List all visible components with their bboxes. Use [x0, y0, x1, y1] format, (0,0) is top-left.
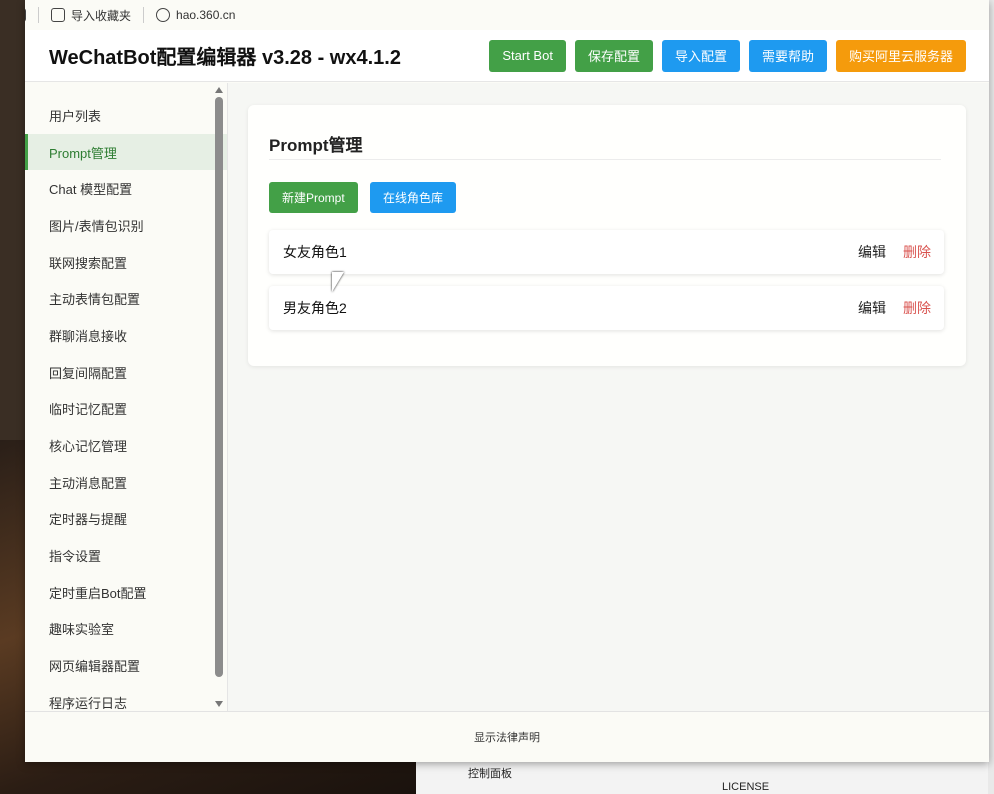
- delete-button[interactable]: 删除: [903, 242, 931, 262]
- sidebar-item-web-search[interactable]: 联网搜索配置: [25, 244, 227, 281]
- page-title: WeChatBot配置编辑器 v3.28 - wx4.1.2: [49, 47, 401, 69]
- save-config-button[interactable]: 保存配置: [574, 39, 653, 72]
- sidebar-item-image-recognition[interactable]: 图片/表情包识别: [25, 207, 227, 244]
- sidebar-item-proactive-message[interactable]: 主动消息配置: [25, 464, 227, 501]
- edit-button[interactable]: 编辑: [858, 298, 886, 318]
- help-button[interactable]: 需要帮助: [748, 39, 827, 72]
- header-actions: Start Bot 保存配置 导入配置 需要帮助 购买阿里云服务器: [489, 39, 966, 72]
- import-config-button[interactable]: 导入配置: [661, 39, 740, 72]
- import-bookmarks-label: 导入收藏夹: [71, 8, 132, 23]
- title-divider: [269, 159, 941, 160]
- explorer-item-control-panel: 控制面板: [468, 768, 512, 780]
- sidebar-item-temp-memory[interactable]: 临时记忆配置: [25, 391, 227, 428]
- list-item[interactable]: 女友角色1 编辑 删除: [269, 230, 944, 274]
- background-file-explorer: 控制面板 LICENSE: [416, 760, 994, 794]
- sidebar-item-reply-interval[interactable]: 回复间隔配置: [25, 354, 227, 391]
- sidebar-item-prompt-management[interactable]: Prompt管理: [25, 133, 227, 171]
- sidebar-item-group-chat[interactable]: 群聊消息接收: [25, 317, 227, 354]
- bookmark-hao360[interactable]: hao.360.cn: [156, 8, 235, 22]
- sidebar: 用户列表 Prompt管理 Chat 模型配置 图片/表情包识别 联网搜索配置 …: [25, 83, 227, 711]
- sidebar-item-timers[interactable]: 定时器与提醒: [25, 501, 227, 538]
- import-bookmarks-button[interactable]: 导入收藏夹: [51, 7, 131, 24]
- tab-menu-button[interactable]: [25, 8, 26, 22]
- footer: 显示法律声明: [25, 711, 989, 762]
- scroll-thumb[interactable]: [215, 97, 223, 677]
- prompt-card: Prompt管理 新建Prompt 在线角色库 女友角色1 编辑 删除 男友角色…: [248, 105, 966, 366]
- sidebar-item-core-memory[interactable]: 核心记忆管理: [25, 427, 227, 464]
- sidebar-item-user-list[interactable]: 用户列表: [25, 97, 227, 134]
- sidebar-item-auto-emoji[interactable]: 主动表情包配置: [25, 280, 227, 317]
- section-title: Prompt管理: [269, 136, 363, 155]
- bookmark-folder-icon: [51, 8, 65, 22]
- prompt-name: 男友角色2: [283, 300, 347, 316]
- prompt-name: 女友角色1: [283, 244, 347, 260]
- sidebar-item-web-editor[interactable]: 网页编辑器配置: [25, 647, 227, 684]
- main-content: Prompt管理 新建Prompt 在线角色库 女友角色1 编辑 删除 男友角色…: [228, 83, 989, 711]
- delete-button[interactable]: 删除: [903, 298, 931, 318]
- app-window: 导入收藏夹 hao.360.cn WeChatBot配置编辑器 v3.28 - …: [25, 0, 989, 762]
- sidebar-item-run-log[interactable]: 程序运行日志: [25, 684, 227, 711]
- legal-notice-link[interactable]: 显示法律声明: [474, 729, 540, 745]
- scroll-down-icon[interactable]: [215, 701, 223, 707]
- sidebar-item-fun-lab[interactable]: 趣味实验室: [25, 611, 227, 648]
- globe-icon: [156, 8, 171, 22]
- sidebar-item-chat-model[interactable]: Chat 模型配置: [25, 170, 227, 207]
- online-library-button[interactable]: 在线角色库: [370, 182, 457, 213]
- toolbar-separator: [143, 7, 145, 23]
- sidebar-item-scheduled-restart[interactable]: 定时重启Bot配置: [25, 574, 227, 611]
- edit-button[interactable]: 编辑: [858, 242, 886, 262]
- mouse-cursor-icon: [332, 272, 344, 292]
- toolbar-separator: [38, 7, 39, 23]
- sidebar-scrollbar[interactable]: [214, 83, 224, 711]
- browser-toolbar: 导入收藏夹 hao.360.cn: [25, 0, 989, 30]
- start-bot-button[interactable]: Start Bot: [489, 39, 566, 72]
- app-header: WeChatBot配置编辑器 v3.28 - wx4.1.2 Start Bot…: [25, 30, 989, 82]
- bookmark-url: hao.360.cn: [176, 8, 236, 22]
- sidebar-item-commands[interactable]: 指令设置: [25, 537, 227, 574]
- scroll-up-icon[interactable]: [215, 87, 223, 93]
- new-prompt-button[interactable]: 新建Prompt: [269, 182, 358, 213]
- tab-icon: [25, 8, 26, 22]
- list-item[interactable]: 男友角色2 编辑 删除: [269, 286, 944, 330]
- explorer-item-license: LICENSE: [722, 781, 770, 793]
- buy-server-button[interactable]: 购买阿里云服务器: [835, 39, 966, 72]
